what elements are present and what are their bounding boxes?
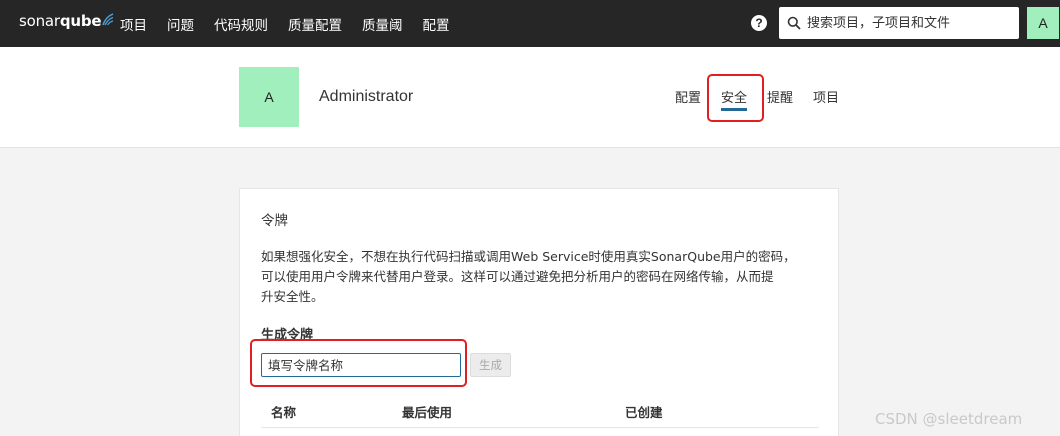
tab-notifications[interactable]: 提醒 (767, 87, 793, 106)
watermark: CSDN @sleetdream (875, 410, 1023, 428)
nav-link-rules[interactable]: 代码规则 (204, 14, 278, 34)
nav-link-administration[interactable]: 配置 (413, 14, 460, 34)
description-line: 可以使用用户令牌来代替用户登录。这样可以通过避免把分析用户的密码在网络传输，从而… (261, 269, 774, 284)
search-icon (787, 16, 801, 30)
highlight-box-token-input (250, 339, 467, 387)
top-navbar: sonarqube 项目 问题 代码规则 质量配置 质量阈 配置 ? A (0, 0, 1060, 47)
column-header-name: 名称 (271, 405, 297, 420)
generate-button[interactable]: 生成 (470, 353, 511, 377)
tokens-description: 如果想强化安全，不想在执行代码扫描或调用Web Service时使用真实Sona… (261, 247, 821, 307)
account-avatar: A (239, 67, 299, 127)
global-search[interactable] (779, 7, 1019, 39)
nav-link-projects[interactable]: 项目 (110, 14, 157, 34)
logo-text-qube: qube (59, 12, 102, 30)
account-header: A Administrator 配置 安全 提醒 项目 (0, 47, 1060, 148)
user-avatar-button[interactable]: A (1027, 7, 1059, 39)
search-input[interactable] (807, 15, 1007, 31)
tokens-title: 令牌 (261, 213, 288, 229)
sonarqube-logo[interactable]: sonar qube (19, 12, 114, 34)
description-line: 如果想强化安全，不想在执行代码扫描或调用Web Service时使用真实Sona… (261, 249, 796, 264)
help-icon[interactable]: ? (751, 15, 767, 31)
column-header-last-used: 最后使用 (402, 405, 453, 420)
description-line: 升安全性。 (261, 289, 324, 304)
account-name: Administrator (319, 88, 414, 105)
logo-text-sonar: sonar (19, 12, 60, 30)
highlight-box-security-tab (707, 74, 764, 122)
nav-link-quality-gates[interactable]: 质量阈 (352, 14, 413, 34)
nav-link-quality-profiles[interactable]: 质量配置 (278, 14, 352, 34)
tokens-card: 令牌 如果想强化安全，不想在执行代码扫描或调用Web Service时使用真实S… (239, 188, 839, 436)
tab-profile[interactable]: 配置 (675, 87, 701, 106)
tab-projects[interactable]: 项目 (813, 87, 839, 106)
table-header-divider (261, 427, 819, 428)
nav-link-issues[interactable]: 问题 (157, 14, 204, 34)
column-header-created: 已创建 (625, 405, 663, 420)
main-nav: 项目 问题 代码规则 质量配置 质量阈 配置 (110, 0, 460, 47)
